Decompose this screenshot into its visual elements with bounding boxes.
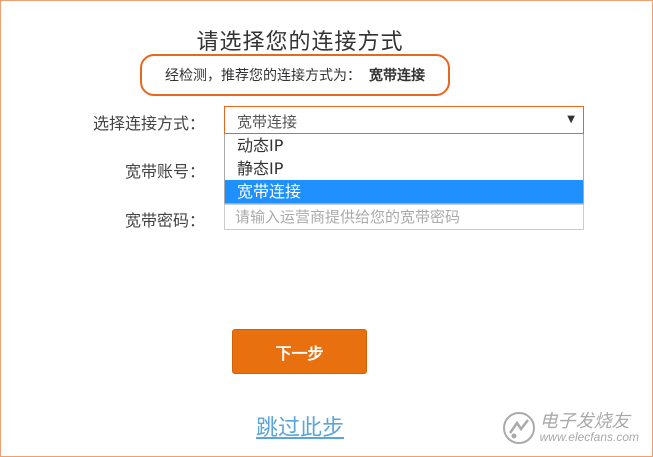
elecfans-logo-icon [502, 412, 535, 444]
password-label: 宽带密码： [124, 213, 205, 230]
watermark-site: www.elecfans.com [539, 430, 639, 445]
recommendation-banner: 经检测，推荐您的连接方式为： 宽带连接 [140, 54, 450, 96]
option-static-ip[interactable]: 静态IP [225, 157, 583, 180]
next-button[interactable]: 下一步 [232, 329, 367, 374]
page-title: 请选择您的连接方式 [196, 29, 404, 54]
watermark-brand: 电子发烧友 [539, 411, 630, 432]
account-label: 宽带账号： [124, 164, 205, 181]
connection-method-value: 宽带连接 [237, 113, 298, 131]
connection-method-select[interactable]: 宽带连接 ▼ [224, 106, 584, 134]
watermark: 电子发烧友 www.elecfans.com [502, 411, 639, 445]
option-broadband[interactable]: 宽带连接 [225, 180, 583, 203]
connection-method-dropdown[interactable]: 动态IP 静态IP 宽带连接 [224, 134, 584, 204]
caret-down-icon: ▼ [567, 114, 575, 125]
recommended-method: 宽带连接 [369, 67, 425, 83]
connection-method-label: 选择连接方式： [92, 116, 205, 133]
recommendation-text: 经检测，推荐您的连接方式为： [165, 67, 361, 83]
option-dynamic-ip[interactable]: 动态IP [225, 134, 583, 157]
password-input[interactable] [224, 204, 584, 230]
